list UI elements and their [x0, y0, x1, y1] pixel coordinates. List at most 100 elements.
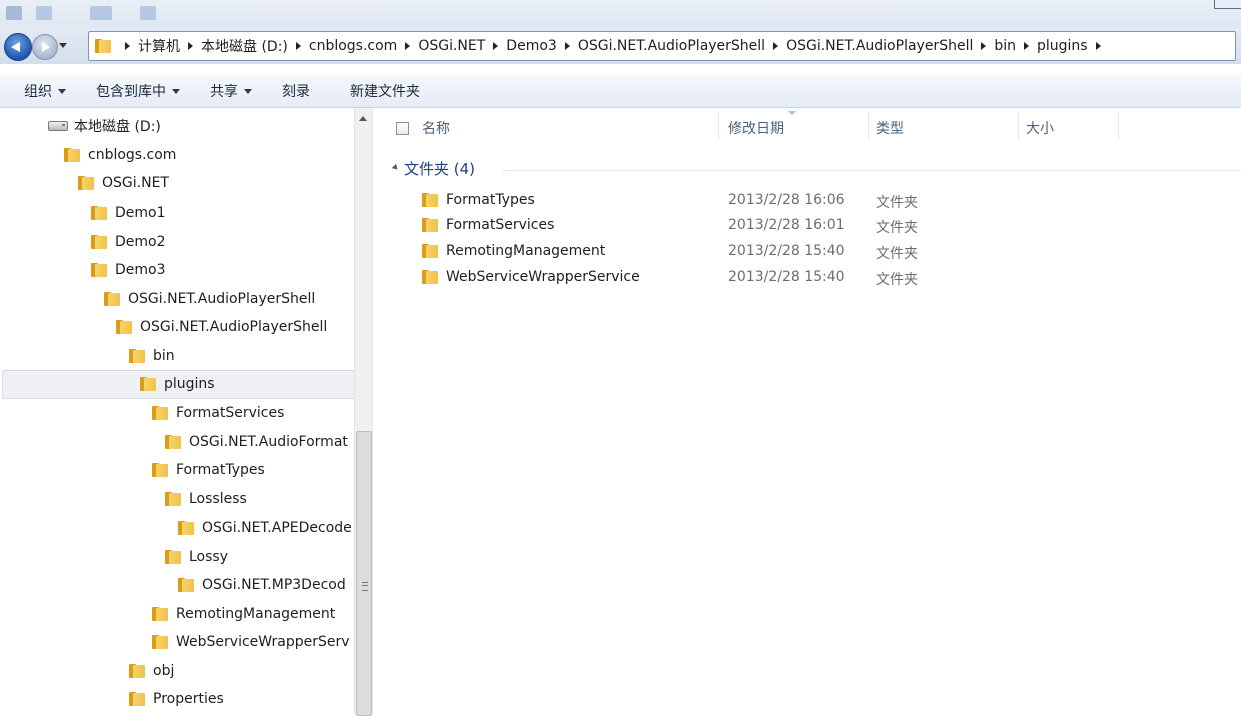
tree-item-mp3decoder[interactable]: OSGi.NET.MP3Decod	[178, 571, 346, 599]
breadcrumb-separator-icon[interactable]	[405, 42, 411, 50]
tree-item-lossy[interactable]: Lossy	[165, 543, 228, 571]
column-header-type[interactable]: 类型	[876, 116, 904, 140]
breadcrumb-separator-icon[interactable]	[493, 42, 499, 50]
file-name: FormatServices	[446, 217, 555, 233]
tree-item-demo2[interactable]: Demo2	[91, 228, 166, 256]
column-header-date[interactable]: 修改日期	[728, 116, 784, 140]
collapse-triangle-icon[interactable]	[391, 163, 400, 172]
tree-item-label: cnblogs.com	[88, 147, 177, 163]
breadcrumb-separator-icon[interactable]	[125, 42, 130, 50]
navigation-scrollbar[interactable]	[354, 108, 372, 716]
scroll-up-arrow-icon[interactable]	[359, 116, 367, 121]
chevron-down-icon	[172, 88, 180, 94]
include-library-label: 包含到库中	[96, 84, 166, 100]
file-row[interactable]: FormatServices 2013/2/28 16:01 文件夹	[378, 214, 1241, 238]
chevron-down-icon	[58, 88, 66, 94]
folder-icon	[91, 263, 107, 277]
breadcrumb-separator-icon[interactable]	[188, 42, 193, 50]
folder-icon	[422, 270, 438, 284]
tree-item-demo3[interactable]: Demo3	[91, 256, 166, 284]
file-date: 2013/2/28 15:40	[728, 243, 845, 259]
folder-icon	[178, 578, 194, 592]
folder-icon	[152, 406, 168, 420]
tree-item-plugins[interactable]: plugins	[140, 370, 215, 398]
column-divider[interactable]	[718, 112, 719, 140]
tree-item-webservicewrapper[interactable]: WebServiceWrapperServ	[152, 628, 350, 656]
folder-icon	[64, 148, 80, 162]
column-header-name[interactable]: 名称	[422, 116, 450, 140]
file-date: 2013/2/28 15:40	[728, 269, 845, 285]
breadcrumb-item[interactable]: Demo3	[506, 38, 557, 54]
tree-item-demo1[interactable]: Demo1	[91, 199, 166, 227]
folder-icon	[152, 463, 168, 477]
redo-icon[interactable]	[140, 6, 156, 20]
column-header-size[interactable]: 大小	[1026, 116, 1054, 140]
tree-item-label: FormatTypes	[176, 462, 265, 478]
address-bar[interactable]: 计算机 本地磁盘 (D:) cnblogs.com OSGi.NET Demo3…	[88, 31, 1236, 61]
organize-menu-button[interactable]: 组织	[24, 81, 66, 101]
burn-button[interactable]: 刻录	[282, 81, 310, 101]
include-in-library-button[interactable]: 包含到库中	[96, 81, 180, 101]
breadcrumb-separator-icon[interactable]	[564, 42, 570, 50]
tree-item-formattypes[interactable]: FormatTypes	[152, 456, 265, 484]
breadcrumb-item[interactable]: bin	[994, 38, 1016, 54]
tree-item-remotingmanagement[interactable]: RemotingManagement	[152, 600, 335, 628]
tree-item-label: plugins	[164, 376, 215, 392]
tree-item-audioformat[interactable]: OSGi.NET.AudioFormat	[165, 428, 348, 456]
tree-item-drive-d[interactable]: 本地磁盘 (D:)	[48, 112, 161, 140]
forward-button[interactable]	[32, 34, 58, 60]
share-menu-button[interactable]: 共享	[210, 81, 252, 101]
column-divider[interactable]	[1118, 112, 1119, 140]
folder-icon	[422, 244, 438, 258]
tree-item-apedecoder[interactable]: OSGi.NET.APEDecode	[178, 514, 352, 542]
breadcrumb-item[interactable]: cnblogs.com	[309, 38, 397, 54]
undo-icon[interactable]	[90, 6, 112, 20]
file-row[interactable]: RemotingManagement 2013/2/28 15:40 文件夹	[378, 240, 1241, 264]
tree-item-bin[interactable]: bin	[129, 342, 175, 370]
tree-item-label: FormatServices	[176, 405, 285, 421]
select-all-checkbox[interactable]	[396, 122, 409, 135]
save-icon[interactable]	[36, 6, 52, 20]
folder-icon	[422, 193, 438, 207]
breadcrumb-separator-icon[interactable]	[981, 42, 987, 50]
pane-divider[interactable]	[372, 108, 373, 714]
breadcrumb-separator-icon[interactable]	[1024, 42, 1029, 50]
back-button[interactable]	[4, 33, 32, 61]
file-type: 文件夹	[876, 195, 918, 211]
tree-item-label: bin	[153, 348, 175, 364]
breadcrumb-item[interactable]: OSGi.NET.AudioPlayerShell	[786, 38, 973, 54]
column-divider[interactable]	[1018, 112, 1019, 140]
breadcrumb-item[interactable]: 本地磁盘 (D:)	[201, 36, 288, 56]
breadcrumb-item[interactable]: OSGi.NET.AudioPlayerShell	[578, 38, 765, 54]
properties-icon[interactable]	[6, 6, 22, 20]
file-row[interactable]: FormatTypes 2013/2/28 16:06 文件夹	[378, 189, 1241, 213]
tree-item-label: Demo1	[115, 205, 166, 221]
breadcrumb-item[interactable]: 计算机	[138, 36, 180, 56]
column-divider[interactable]	[868, 112, 869, 140]
tree-item-properties[interactable]: Properties	[129, 685, 224, 713]
tree-item-label: Demo3	[115, 262, 166, 278]
window-control[interactable]	[1214, 0, 1241, 9]
new-folder-button[interactable]: 新建文件夹	[350, 81, 420, 101]
tree-item-obj[interactable]: obj	[129, 657, 174, 685]
tree-item-label: 本地磁盘 (D:)	[74, 119, 161, 135]
tree-item-audioplayershell[interactable]: OSGi.NET.AudioPlayerShell	[104, 285, 315, 313]
breadcrumb-item[interactable]: plugins	[1037, 38, 1088, 54]
tree-item-audioplayershell-inner[interactable]: OSGi.NET.AudioPlayerShell	[116, 313, 327, 341]
tree-item-formatservices[interactable]: FormatServices	[152, 399, 284, 427]
file-type: 文件夹	[876, 220, 918, 236]
tree-item-osgi-net[interactable]: OSGi.NET	[78, 169, 169, 197]
group-header-folders[interactable]: 文件夹 (4)	[391, 158, 475, 178]
tree-item-lossless[interactable]: Lossless	[165, 485, 247, 513]
breadcrumb-separator-icon[interactable]	[1095, 42, 1101, 50]
breadcrumb-separator-icon[interactable]	[295, 42, 301, 50]
tree-item-cnblogs[interactable]: cnblogs.com	[64, 141, 176, 169]
folder-icon	[91, 206, 107, 220]
file-row[interactable]: WebServiceWrapperService 2013/2/28 15:40…	[378, 266, 1241, 290]
breadcrumb-item[interactable]: OSGi.NET	[418, 38, 485, 54]
breadcrumb-separator-icon[interactable]	[773, 42, 779, 50]
recent-pages-chevron-icon[interactable]	[59, 43, 67, 48]
folder-icon	[152, 607, 168, 621]
tree-item-label: OSGi.NET	[102, 175, 169, 191]
scrollbar-thumb[interactable]	[356, 431, 372, 716]
